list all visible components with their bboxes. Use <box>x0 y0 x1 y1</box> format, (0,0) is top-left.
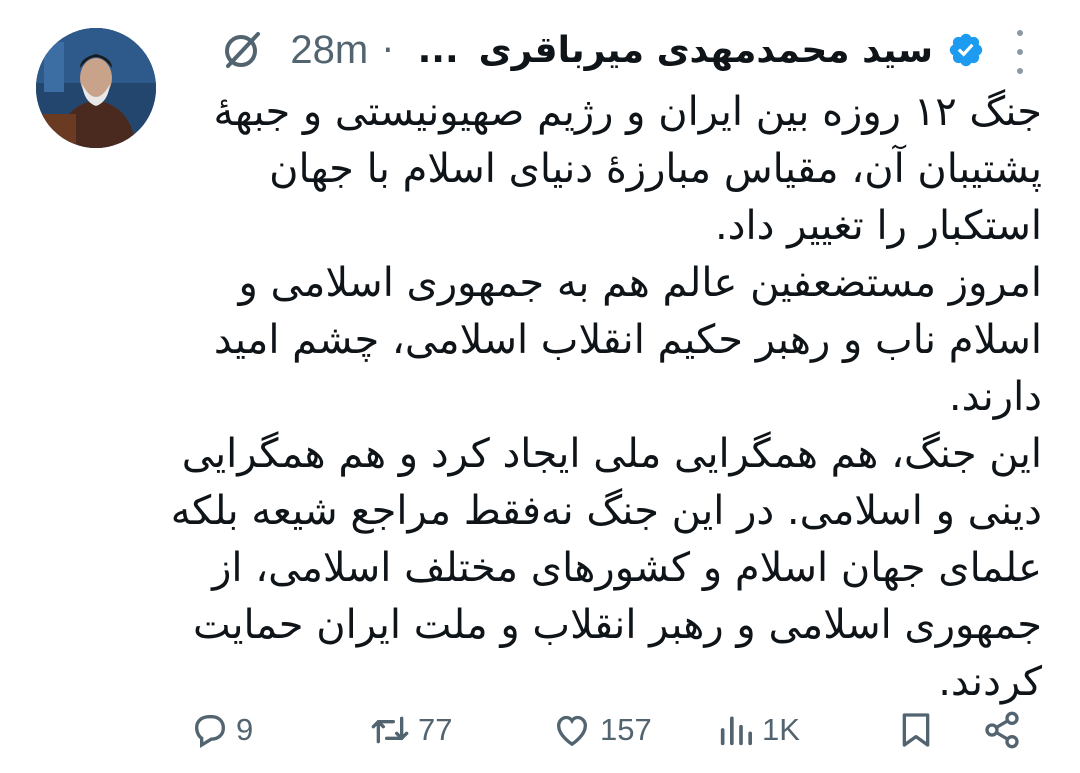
more-dot <box>1017 49 1023 55</box>
bookmark-button[interactable] <box>896 700 936 760</box>
like-count: 157 <box>600 712 652 747</box>
reply-button[interactable]: 9 <box>190 700 253 760</box>
share-icon <box>985 711 1019 749</box>
tweet-text: جنگ ۱۲ روزه بین ایران و رژیم صهیونیستی و… <box>162 84 1042 711</box>
action-bar: 9 77 157 1K <box>0 700 1080 760</box>
reply-icon <box>194 715 226 748</box>
tweet-paragraph: جنگ ۱۲ روزه بین ایران و رژیم صهیونیستی و… <box>213 89 1043 249</box>
verified-badge-icon[interactable] <box>947 31 985 69</box>
heart-icon <box>556 715 588 747</box>
more-icon[interactable] <box>1008 30 1032 74</box>
views-button[interactable]: 1K <box>716 700 800 760</box>
views-count: 1K <box>762 712 800 747</box>
like-button[interactable]: 157 <box>550 700 652 760</box>
timestamp[interactable]: 28m <box>290 28 368 73</box>
repost-icon <box>371 716 409 744</box>
repost-count: 77 <box>418 712 453 747</box>
reply-count: 9 <box>236 712 254 747</box>
grok-icon[interactable] <box>220 28 264 72</box>
display-name[interactable]: سید محمدمهدی میرباقری <box>479 30 933 71</box>
name-truncation: ... <box>417 29 459 71</box>
more-dot <box>1017 30 1023 36</box>
views-icon <box>720 716 752 746</box>
more-dot <box>1017 68 1023 74</box>
avatar-image <box>36 28 156 148</box>
separator-dot: · <box>382 29 394 71</box>
bookmark-icon <box>902 713 930 747</box>
tweet-paragraph: امروز مستضعفین عالم هم به جمهوری اسلامی … <box>213 260 1042 420</box>
repost-button[interactable]: 77 <box>368 700 452 760</box>
share-button[interactable] <box>980 700 1024 760</box>
tweet-header: سید محمدمهدی میرباقری ... · 28m <box>220 22 985 78</box>
avatar[interactable] <box>36 28 156 148</box>
tweet-paragraph: این جنگ، هم همگرایی ملی ایجاد کرد و هم ه… <box>170 431 1042 705</box>
tweet: سید محمدمهدی میرباقری ... · 28m جنگ ۱۲ ر… <box>0 0 1080 773</box>
